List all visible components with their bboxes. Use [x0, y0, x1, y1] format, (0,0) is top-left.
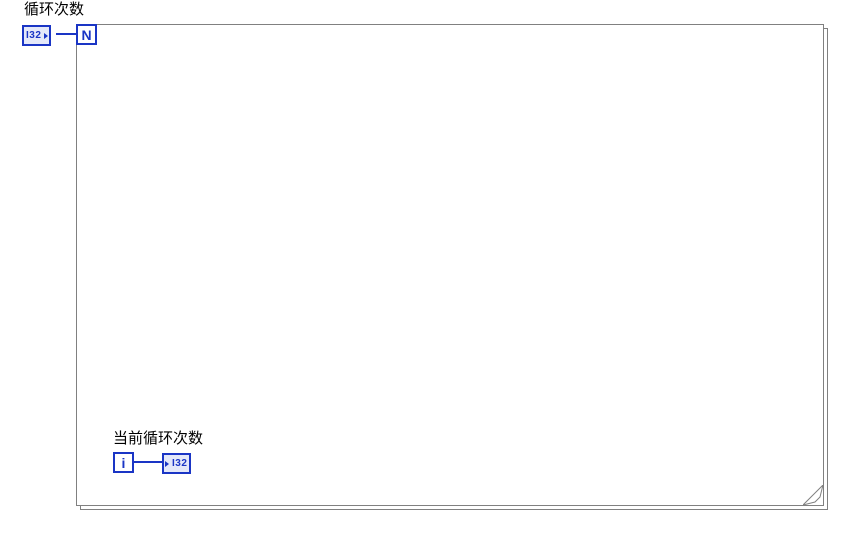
control-output-arrow-icon [43, 27, 49, 44]
terminal-letter: i [122, 455, 126, 471]
block-diagram-canvas[interactable]: 循环次数 I32 N 当前循环次数 i I32 [0, 0, 855, 534]
page-fold-icon [803, 485, 823, 505]
current-iteration-indicator[interactable]: I32 [162, 453, 191, 474]
current-iteration-label: 当前循环次数 [113, 431, 203, 446]
datatype-text: I32 [170, 455, 189, 472]
iteration-terminal[interactable]: i [113, 452, 134, 473]
terminal-letter: N [81, 27, 91, 43]
datatype-text: I32 [24, 27, 43, 44]
loop-count-terminal[interactable]: N [76, 24, 97, 45]
wire-count-to-N [56, 33, 76, 35]
loop-count-label: 循环次数 [24, 2, 84, 17]
loop-count-control[interactable]: I32 [22, 25, 51, 46]
wire-i-to-indicator [134, 461, 162, 463]
